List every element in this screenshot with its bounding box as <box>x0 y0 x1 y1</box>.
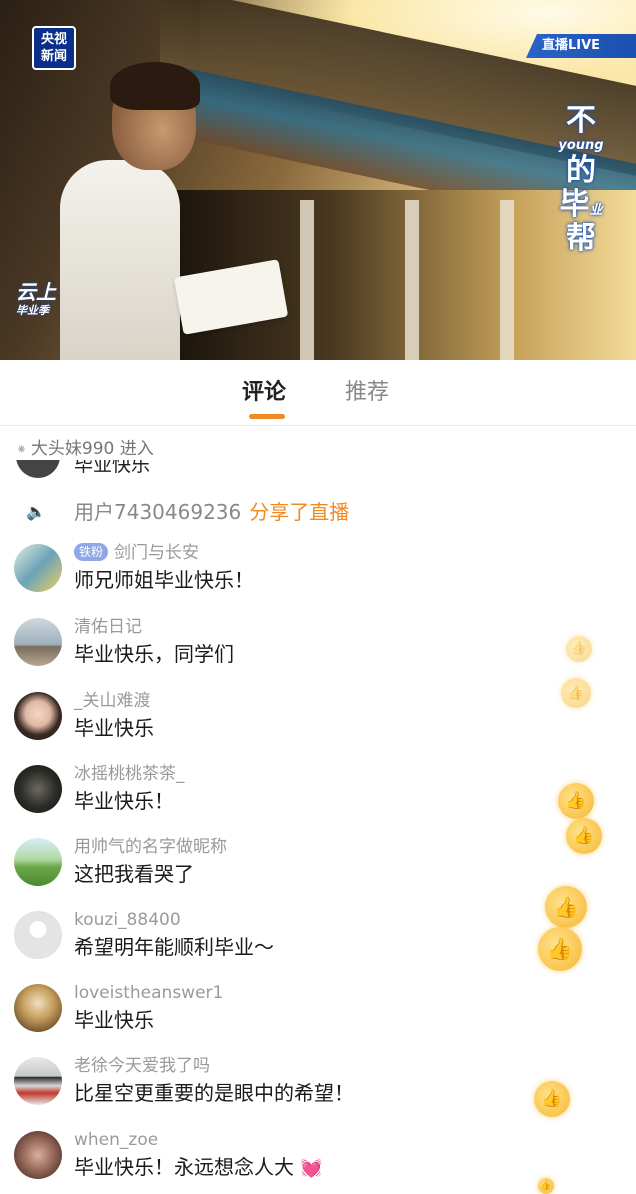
share-text: 用户7430469236 分享了直播 <box>74 498 349 526</box>
comment-item: 铁粉 剑门与长安 师兄师姐毕业快乐！ <box>0 542 636 612</box>
comment-text: 毕业快乐！ <box>74 789 174 813</box>
show-title-char: 毕 <box>559 187 590 222</box>
comment-author[interactable]: kouzi_88400 <box>74 909 181 931</box>
fan-badge: 铁粉 <box>74 543 109 561</box>
avatar[interactable] <box>14 765 62 813</box>
avatar[interactable] <box>14 544 62 592</box>
avatar[interactable] <box>14 838 62 886</box>
comment-text: 毕业快乐 <box>74 716 154 740</box>
program-logo-main: 云上 <box>16 280 56 304</box>
comment-text: 毕业快乐！永远想念人大 💓 <box>74 1153 322 1183</box>
comment-item: 清佑日记 毕业快乐，同学们 <box>0 616 636 686</box>
thumbs-up-icon: 👍 <box>566 636 592 662</box>
comment-author[interactable]: loveistheanswer1 <box>74 982 223 1004</box>
tab-recommend[interactable]: 推荐 <box>345 378 389 408</box>
thumbs-up-icon: 👍 <box>566 818 602 854</box>
comment-text: 比星空更重要的是眼中的希望！ <box>74 1081 354 1105</box>
share-action: 分享了直播 <box>249 500 350 524</box>
comment-text: 毕业快乐 <box>74 460 151 476</box>
comment-author[interactable]: 铁粉 剑门与长安 <box>74 542 199 564</box>
live-badge: 直播LIVE <box>526 34 636 58</box>
share-user[interactable]: 用户7430469236 <box>74 500 241 524</box>
comment-item: _关山难渡 毕业快乐 <box>0 690 636 760</box>
avatar[interactable] <box>14 1057 62 1105</box>
avatar[interactable] <box>14 692 62 740</box>
comment-author-name: 剑门与长安 <box>114 543 200 563</box>
comment-author[interactable]: when_zoe <box>74 1129 158 1151</box>
comment-text-body: 毕业快乐！永远想念人大 <box>74 1155 294 1179</box>
comment-author[interactable]: 清佑日记 <box>74 616 142 638</box>
comment-text: 师兄师姐毕业快乐！ <box>74 568 254 592</box>
comment-text: 希望明年能顺利毕业～ <box>74 935 274 959</box>
show-title-char: 的 <box>566 153 596 188</box>
program-logo: 云上 毕业季 <box>16 280 86 340</box>
speaker-icon: 🔈 <box>26 502 46 521</box>
video-pillar <box>405 200 419 360</box>
enter-notice-text: 大头妹990 进入 <box>30 439 154 459</box>
footsteps-icon: ⁕ <box>16 443 27 458</box>
thumbs-up-icon: 👍 <box>538 1178 554 1194</box>
comment-item: 冰摇桃桃茶茶_ 毕业快乐！ <box>0 763 636 833</box>
comment-author[interactable]: 用帅气的名字做昵称 <box>74 836 227 858</box>
video-student-hair <box>110 62 200 110</box>
video-pillar <box>500 200 514 360</box>
avatar[interactable] <box>16 460 60 478</box>
show-title-char: 业 <box>589 203 603 218</box>
tab-comments[interactable]: 评论 <box>242 378 286 408</box>
comment-author[interactable]: 冰摇桃桃茶茶_ <box>74 763 185 785</box>
default-avatar-icon[interactable] <box>14 911 62 959</box>
live-video-player[interactable]: 央视 新闻 直播LIVE 不 young 的 毕业 帮 云上 毕业季 <box>0 0 636 360</box>
avatar[interactable] <box>14 618 62 666</box>
avatar[interactable] <box>14 1131 62 1179</box>
comment-item: 毕业快乐 <box>0 460 636 478</box>
tab-bar: 评论 推荐 <box>0 360 636 426</box>
share-notice: 🔈 用户7430469236 分享了直播 <box>0 498 636 528</box>
show-title-en: young <box>558 138 604 153</box>
thumbs-up-icon: 👍 <box>534 1081 570 1117</box>
comment-item: 用帅气的名字做昵称 这把我看哭了 <box>0 836 636 906</box>
thumbs-up-icon: 👍 <box>545 886 587 928</box>
avatar[interactable] <box>14 984 62 1032</box>
comment-text: 这把我看哭了 <box>74 862 194 886</box>
comment-text: 毕业快乐 <box>74 1008 154 1032</box>
thumbs-up-icon: 👍 <box>561 678 591 708</box>
heart-icon: 💓 <box>300 1158 323 1179</box>
comment-item: loveistheanswer1 毕业快乐 <box>0 982 636 1052</box>
show-title-char: 帮 <box>566 221 596 256</box>
show-title: 不 young 的 毕业 帮 <box>548 104 614 274</box>
comment-author[interactable]: _关山难渡 <box>74 690 151 712</box>
thumbs-up-icon: 👍 <box>538 927 582 971</box>
active-tab-indicator <box>249 414 285 419</box>
program-logo-sub: 毕业季 <box>16 304 49 317</box>
enter-notice: ⁕ 大头妹990 进入 <box>16 438 154 462</box>
channel-logo: 央视 新闻 <box>32 26 76 70</box>
thumbs-up-icon: 👍 <box>558 783 594 819</box>
video-pillar <box>300 200 314 360</box>
comment-author[interactable]: 老徐今天爱我了吗 <box>74 1055 210 1077</box>
show-title-char: 不 <box>566 103 596 138</box>
comment-text: 毕业快乐，同学们 <box>74 642 234 666</box>
